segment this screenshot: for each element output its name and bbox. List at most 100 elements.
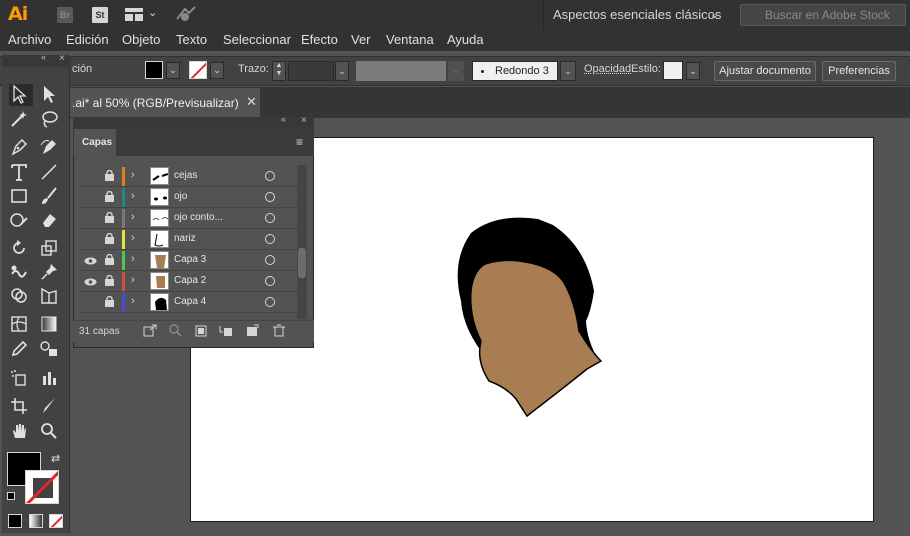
selection-tool[interactable]: [9, 84, 33, 106]
menu-seleccionar[interactable]: Seleccionar: [223, 30, 291, 51]
new-layer-icon[interactable]: [245, 324, 259, 337]
symbol-sprayer-tool[interactable]: [9, 368, 33, 390]
mesh-tool[interactable]: [9, 314, 33, 336]
gpu-performance-icon[interactable]: [175, 5, 197, 23]
layer-name[interactable]: cejas: [174, 170, 197, 181]
lock-icon[interactable]: [105, 275, 114, 286]
direct-selection-tool[interactable]: [39, 84, 63, 106]
chevron-right-icon[interactable]: ›: [131, 169, 135, 181]
layers-panel-header[interactable]: « ×: [73, 114, 314, 129]
rectangle-tool[interactable]: [9, 186, 33, 208]
paintbrush-tool[interactable]: [39, 186, 63, 208]
zoom-tool[interactable]: [39, 421, 63, 443]
layer-name[interactable]: nariz: [174, 233, 196, 244]
brush-definition[interactable]: Redondo 3 ...: [472, 61, 558, 95]
default-colors-icon[interactable]: [7, 492, 15, 500]
eye-icon[interactable]: [84, 278, 97, 286]
trash-icon[interactable]: [272, 324, 286, 337]
stroke-swatch[interactable]: [189, 61, 207, 79]
arrange-documents-icon[interactable]: [125, 8, 143, 21]
swap-colors-icon[interactable]: ⇄: [51, 452, 60, 465]
eraser-tool[interactable]: [39, 210, 63, 232]
collapse-icon[interactable]: «: [41, 52, 46, 62]
stroke-stepper[interactable]: ▲ ▼: [272, 61, 286, 81]
preferences-button[interactable]: Preferencias: [822, 61, 896, 81]
menu-ventana[interactable]: Ventana: [386, 30, 434, 51]
layer-name[interactable]: Capa 4: [174, 296, 206, 307]
eyedropper-tool[interactable]: [9, 339, 33, 361]
stroke-weight-input[interactable]: [288, 61, 334, 81]
menu-archivo[interactable]: Archivo: [8, 30, 51, 51]
layer-row[interactable]: › nariz: [79, 229, 297, 250]
close-icon[interactable]: ✕: [246, 94, 257, 110]
column-graph-tool[interactable]: [39, 368, 63, 390]
chevron-down-icon[interactable]: ⌄: [148, 6, 157, 19]
lock-icon[interactable]: [105, 170, 114, 181]
menu-ver[interactable]: Ver: [351, 30, 371, 51]
layer-row[interactable]: › ojo: [79, 187, 297, 208]
lock-icon[interactable]: [105, 191, 114, 202]
lock-icon[interactable]: [105, 254, 114, 265]
clipping-mask-icon[interactable]: [194, 324, 208, 337]
export-icon[interactable]: [143, 324, 157, 337]
lock-icon[interactable]: [105, 212, 114, 223]
chevron-right-icon[interactable]: ›: [131, 295, 135, 307]
shape-builder-tool[interactable]: [9, 286, 33, 308]
menu-efecto[interactable]: Efecto: [301, 30, 338, 51]
layer-row[interactable]: › Capa 4: [79, 292, 297, 313]
scale-tool[interactable]: [39, 238, 63, 260]
variable-width-profile[interactable]: [356, 61, 446, 81]
chevron-right-icon[interactable]: ›: [131, 211, 135, 223]
menu-objeto[interactable]: Objeto: [122, 30, 160, 51]
layer-row[interactable]: › Capa 3: [79, 250, 297, 271]
search-icon[interactable]: [168, 324, 182, 337]
chevron-right-icon[interactable]: ›: [131, 190, 135, 202]
blend-tool[interactable]: [39, 339, 63, 361]
layers-scrollbar[interactable]: [297, 165, 307, 319]
warp-tool[interactable]: [9, 262, 33, 284]
style-swatch[interactable]: [663, 61, 683, 80]
layer-name[interactable]: ojo: [174, 191, 187, 202]
opacity-label[interactable]: Opacidad: [584, 63, 631, 75]
style-dropdown[interactable]: ⌄: [686, 62, 700, 80]
color-mode-button[interactable]: [8, 514, 22, 528]
tab-capas[interactable]: Capas: [74, 129, 116, 156]
chevron-right-icon[interactable]: ›: [131, 274, 135, 286]
stock-button[interactable]: St: [92, 7, 108, 23]
line-tool[interactable]: [39, 162, 63, 184]
collapse-icon[interactable]: «: [281, 114, 286, 124]
variable-width-dropdown[interactable]: ⌄: [448, 61, 464, 81]
panel-menu-icon[interactable]: ≡: [296, 135, 303, 149]
menu-edicion[interactable]: Edición: [66, 30, 109, 51]
magic-wand-tool[interactable]: [9, 109, 33, 131]
layer-target-icon[interactable]: [265, 255, 275, 265]
artboard-tool[interactable]: [9, 396, 33, 418]
layer-target-icon[interactable]: [265, 213, 275, 223]
hand-tool[interactable]: [9, 421, 33, 443]
perspective-grid-tool[interactable]: [39, 286, 63, 308]
bridge-button[interactable]: Br: [57, 7, 73, 23]
new-sublayer-icon[interactable]: [219, 324, 233, 337]
puppet-warp-tool[interactable]: [39, 262, 63, 284]
slice-tool[interactable]: [39, 396, 63, 418]
curvature-tool[interactable]: [39, 137, 63, 159]
rotate-tool[interactable]: [9, 238, 33, 260]
stroke-dropdown[interactable]: ⌄: [210, 62, 224, 79]
menu-ayuda[interactable]: Ayuda: [447, 30, 484, 51]
layer-target-icon[interactable]: [265, 192, 275, 202]
layer-row[interactable]: › ojo conto...: [79, 208, 297, 229]
layer-target-icon[interactable]: [265, 171, 275, 181]
shaper-tool[interactable]: [9, 210, 33, 232]
layers-scroll-thumb[interactable]: [298, 248, 306, 278]
chevron-right-icon[interactable]: ›: [131, 232, 135, 244]
lasso-tool[interactable]: [39, 109, 63, 131]
lock-icon[interactable]: [105, 233, 114, 244]
workspace-switcher[interactable]: Aspectos esenciales clásicos ⌄: [543, 0, 731, 30]
fill-swatch[interactable]: [145, 61, 163, 79]
type-tool[interactable]: [9, 162, 33, 184]
layer-name[interactable]: Capa 2: [174, 275, 206, 286]
layer-name[interactable]: Capa 3: [174, 254, 206, 265]
stock-search-input[interactable]: Buscar en Adobe Stock: [740, 4, 906, 26]
close-icon[interactable]: ×: [301, 115, 307, 126]
stroke-weight-dropdown[interactable]: ⌄: [335, 61, 349, 81]
